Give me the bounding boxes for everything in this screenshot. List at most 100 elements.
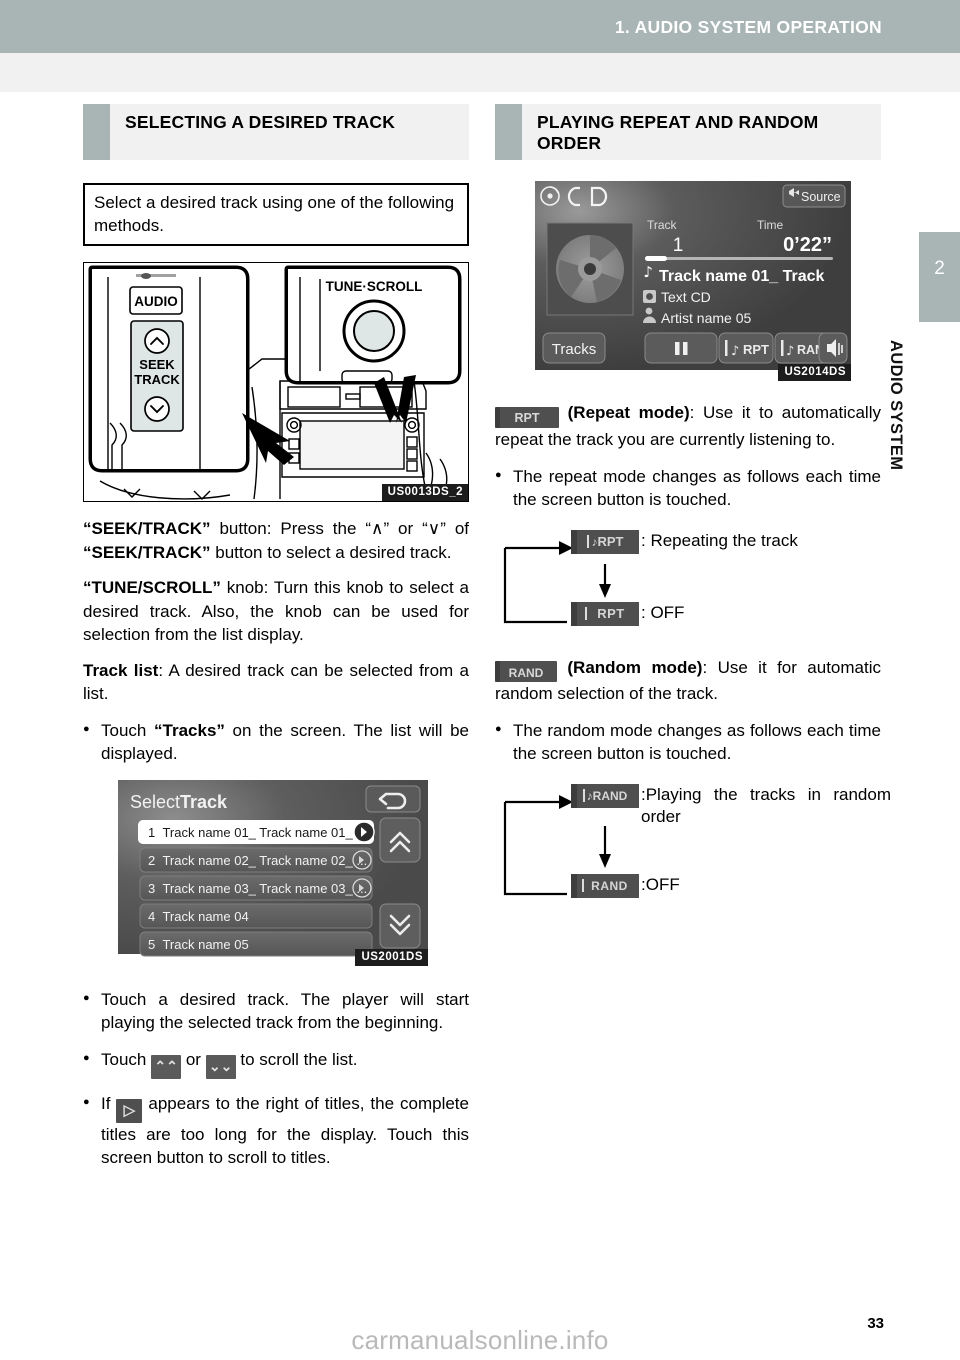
rpt-chip-icon: RPT: [495, 407, 559, 428]
paragraph-repeat-mode: RPT (Repeat mode): Use it to automatical…: [495, 401, 881, 452]
track-number: 1: [673, 235, 684, 256]
svg-text:Source: Source: [801, 190, 841, 204]
repeat-state-on-label: : Repeating the track: [641, 530, 798, 550]
callout-pointer-left: [242, 413, 294, 465]
track-label: Track: [647, 218, 678, 232]
paragraph-seek-track-end: button to select a desired track.: [210, 542, 452, 562]
section-heading-text: PLAYING REPEAT AND RANDOM ORDER: [537, 112, 819, 153]
random-state-on-row: ♪ RAND :Playing the tracks in random orde…: [571, 783, 891, 828]
term-seek-track-2: “SEEK/TRACK”: [83, 542, 211, 562]
section-heading-text: SELECTING A DESIRED TRACK: [125, 112, 396, 132]
artist-name-value: Artist name 05: [661, 310, 751, 326]
audio-controls-illustration: AUDIO SEEK TRACK TUNE·SCROLL: [88, 265, 462, 500]
bullet-scroll-c: to scroll the list.: [235, 1049, 358, 1069]
scroll-title-icon: ▷: [116, 1098, 143, 1123]
bullet-repeat-cycle: The repeat mode changes as follows each …: [495, 464, 881, 512]
bullet-scroll-list: Touch ⌃⌃ or ⌄⌄ to scroll the list.: [83, 1047, 469, 1079]
paragraph-track-list: Track list: A desired track can be selec…: [83, 659, 469, 706]
chapter-tab-label: AUDIO SYSTEM: [887, 340, 905, 471]
repeat-button[interactable]: ♪ RPT: [718, 332, 774, 364]
scroll-down-icon: ⌄⌄: [205, 1054, 236, 1079]
term-tune-scroll: “TUNE/SCROLL”: [83, 578, 221, 597]
rand-on-chip-icon: ♪ RAND: [571, 783, 639, 808]
figure-code: US2014DS: [778, 364, 851, 381]
rand-off-chip-icon: RAND: [571, 873, 639, 898]
figure-label-tune-scroll: TUNE·SCROLL: [326, 279, 423, 294]
svg-text:♪: ♪: [731, 344, 739, 359]
svg-text:5 Track name 05: 5 Track name 05: [148, 937, 249, 952]
bullet-scroll-a: Touch: [101, 1049, 152, 1069]
bullet-touch-tracks: Touch “Tracks” on the screen. The list w…: [83, 718, 469, 766]
paragraph-tune-scroll: “TUNE/SCROLL” knob: Turn this knob to se…: [83, 576, 469, 647]
rpt-off-chip-icon: RPT: [571, 601, 639, 626]
figure-code: US2001DS: [355, 948, 428, 966]
svg-text:1 Track name 01_ Track name 0: 1 Track name 01_ Track name 01_ T...: [148, 825, 373, 840]
random-state-off-label: :OFF: [641, 874, 680, 894]
rpt-on-chip-icon: ♪ RPT: [571, 529, 639, 554]
term-track-list: Track list: [83, 660, 159, 680]
repeat-mode-title: (Repeat mode): [567, 403, 690, 422]
track-row-5: 5 Track name 05: [139, 931, 373, 956]
header-band: [0, 53, 960, 92]
volume-button[interactable]: [818, 332, 848, 364]
section-heading-accent: [495, 104, 522, 160]
scroll-down-button: [379, 903, 421, 948]
term-seek-track: “SEEK/TRACK”: [83, 519, 211, 538]
pause-button[interactable]: [644, 332, 718, 364]
bullet-long-titles-b: appears to the right of titles, the comp…: [101, 1093, 469, 1168]
disc-type-value: Text CD: [661, 289, 711, 305]
paragraph-seek-track-mid: button: Press the “∧” or “∨” of: [210, 519, 469, 538]
paragraph-random-mode: RAND (Random mode): Use it for automatic…: [495, 656, 881, 706]
figure-label-audio: AUDIO: [134, 294, 178, 309]
section-heading-selecting-track: SELECTING A DESIRED TRACK: [83, 104, 469, 160]
svg-text:♪: ♪: [786, 344, 794, 359]
repeat-state-off-label: : OFF: [641, 602, 685, 622]
figure-label-seek: SEEK: [139, 357, 175, 372]
track-row-4: 4 Track name 04: [139, 903, 373, 928]
rpt-on-chip-text: RPT: [597, 534, 624, 549]
scroll-up-button: [379, 817, 421, 862]
bullet-random-cycle: The random mode changes as follows each …: [495, 718, 881, 766]
figure-code: US0013DS_2: [381, 484, 468, 501]
section-heading-repeat-random: PLAYING REPEAT AND RANDOM ORDER: [495, 104, 881, 160]
bullet-long-titles: If ▷ appears to the right of titles, the…: [83, 1091, 469, 1170]
random-mode-title: (Random mode): [567, 657, 703, 677]
paragraph-seek-track: “SEEK/TRACK” button: Press the “∧” or “∨…: [83, 517, 469, 564]
rand-off-chip-text: RAND: [591, 878, 628, 893]
watermark: carmanualsonline.info: [351, 1325, 609, 1355]
section-heading-accent: [83, 104, 110, 160]
bullet-scroll-b: or: [181, 1049, 206, 1069]
chapter-tab: 2: [919, 232, 960, 322]
figure-audio-controls: AUDIO SEEK TRACK TUNE·SCROLL US0013DS_2: [83, 262, 469, 502]
repeat-state-on-row: ♪ RPT : Repeating the track: [571, 529, 798, 554]
repeat-state-off-row: RPT : OFF: [571, 601, 685, 626]
source-button[interactable]: Source: [782, 184, 846, 208]
cd-player-screen: Source Track Time 1 0’22” Track name 01_…: [535, 181, 851, 370]
random-state-on-label: :Playing the tracks in random order: [641, 784, 891, 826]
term-tracks: “Tracks”: [154, 720, 225, 740]
bullet-touch-tracks-a: Touch: [101, 720, 155, 740]
track-row-2: 2 Track name 02_ Track name 02_ ...: [139, 847, 373, 872]
svg-text:Tracks: Tracks: [552, 341, 596, 358]
chapter-title: 1. AUDIO SYSTEM OPERATION: [614, 17, 882, 37]
music-note-icon: ♪: [643, 263, 653, 281]
time-label: Time: [757, 218, 784, 232]
right-column: PLAYING REPEAT AND RANDOM ORDER Source T…: [495, 104, 891, 906]
figure-select-track-screen: SelectTrack 1 Track name 01_ Track name …: [118, 779, 428, 966]
bullet-touch-desired-track: Touch a desired track. The player will s…: [83, 987, 469, 1035]
rand-on-chip-text: RAND: [592, 788, 628, 803]
lead-instruction-box: Select a desired track using one of the …: [83, 183, 469, 246]
disc-type-icon: [643, 290, 656, 303]
scroll-up-icon: ⌃⌃: [151, 1054, 182, 1079]
svg-text:3 Track name 03_ Track name 0: 3 Track name 03_ Track name 03_ ...: [148, 881, 367, 896]
repeat-mode-flow: ♪ RPT : Repeating the track RPT : OFF: [495, 529, 881, 634]
chapter-tab-number: 2: [934, 258, 945, 279]
track-name-value: Track name 01_ Track: [659, 268, 825, 285]
tracks-button[interactable]: Tracks: [542, 332, 606, 364]
track-row-1: 1 Track name 01_ Track name 01_ T...: [138, 819, 375, 844]
figure-cd-screen: Source Track Time 1 0’22” Track name 01_…: [535, 181, 851, 381]
rand-chip-icon: RAND: [495, 661, 557, 682]
bullet-long-titles-a: If: [101, 1093, 117, 1113]
svg-text:4 Track name 04: 4 Track name 04: [148, 909, 249, 924]
random-state-off-row: RAND :OFF: [571, 873, 680, 898]
